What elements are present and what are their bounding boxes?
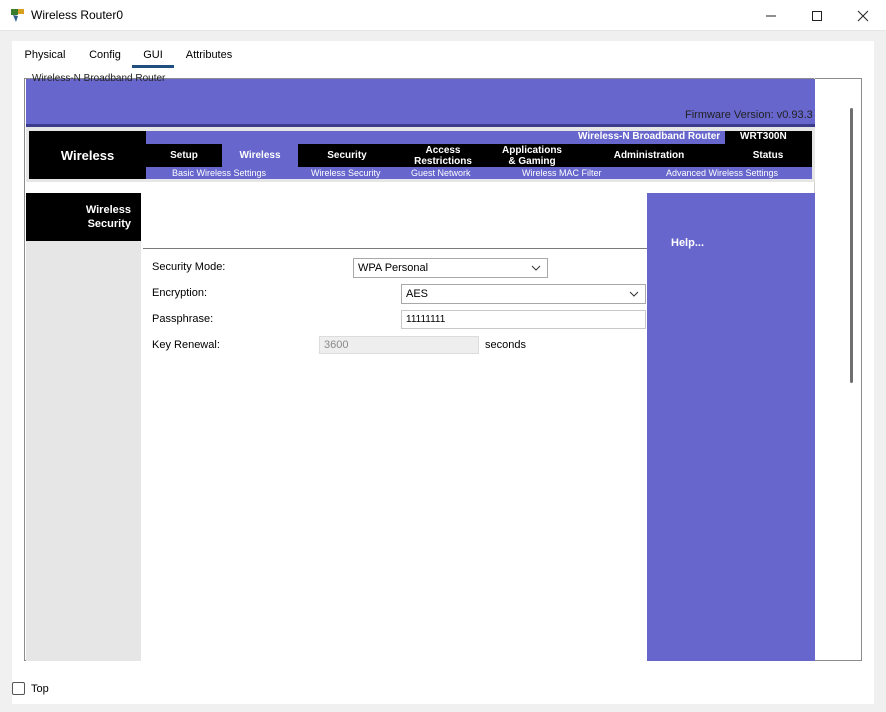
key-renewal-unit: seconds	[485, 339, 526, 351]
nav-administration[interactable]: Administration	[574, 144, 724, 167]
section-title-line1: Wireless	[85, 204, 131, 216]
maximize-icon	[812, 10, 822, 21]
section-title: Wireless Security	[26, 193, 141, 241]
minimize-icon	[766, 15, 776, 16]
maximize-button[interactable]	[794, 0, 840, 31]
router-device-icon	[10, 7, 26, 23]
security-mode-label: Security Mode:	[152, 261, 226, 273]
nav-security[interactable]: Security	[298, 144, 396, 167]
title-bar: Wireless Router0	[0, 0, 886, 31]
tab-physical[interactable]: Physical	[12, 43, 78, 67]
chevron-down-icon	[531, 265, 541, 271]
passphrase-label: Passphrase:	[152, 313, 214, 325]
nav-access-line1: Access	[425, 144, 461, 156]
section-title-line2: Security	[87, 218, 131, 230]
close-button[interactable]	[840, 0, 886, 31]
nav-apps-line1: Applications	[501, 144, 562, 156]
nav-apps-text: Applications & Gaming	[502, 145, 562, 167]
header-cut-text: Wireless-N Broadband Router	[32, 73, 166, 84]
divider	[143, 248, 647, 249]
nav-wireless[interactable]: Wireless	[222, 144, 298, 167]
product-name: Wireless-N Broadband Router	[578, 131, 721, 142]
close-icon	[857, 10, 869, 21]
tab-config[interactable]: Config	[78, 43, 132, 67]
tab-attributes[interactable]: Attributes	[174, 43, 244, 67]
passphrase-input[interactable]: 11111111	[401, 310, 646, 329]
subnav-wireless-security[interactable]: Wireless Security	[311, 167, 381, 179]
window-title: Wireless Router0	[31, 8, 124, 22]
encryption-value: AES	[406, 288, 429, 300]
nav-status[interactable]: Status	[724, 144, 812, 167]
chevron-down-icon	[629, 291, 639, 297]
model-label: WRT300N	[740, 131, 787, 142]
firmware-version: Firmware Version: v0.93.3	[685, 109, 813, 121]
nav-applications-gaming[interactable]: Applications & Gaming	[490, 144, 574, 167]
nav-access-restrictions[interactable]: Access Restrictions	[396, 144, 490, 167]
subnav-mac-filter[interactable]: Wireless MAC Filter	[522, 167, 602, 179]
help-link[interactable]: Help...	[671, 237, 704, 249]
top-label: Top	[31, 683, 49, 695]
key-renewal-label: Key Renewal:	[152, 339, 220, 351]
subnav-advanced[interactable]: Advanced Wireless Settings	[666, 167, 778, 179]
subnav-guest-network[interactable]: Guest Network	[411, 167, 471, 179]
tab-gui[interactable]: GUI	[132, 43, 174, 68]
section-brand: Wireless	[60, 147, 115, 163]
encryption-select[interactable]: AES	[401, 284, 646, 304]
security-mode-value: WPA Personal	[358, 262, 429, 274]
left-column	[26, 193, 141, 661]
nav-setup[interactable]: Setup	[146, 144, 222, 167]
minimize-button[interactable]	[748, 0, 794, 31]
top-checkbox[interactable]	[12, 682, 25, 695]
security-mode-select[interactable]: WPA Personal	[353, 258, 548, 278]
nav-access-line2: Restrictions	[414, 155, 472, 167]
encryption-label: Encryption:	[152, 287, 208, 299]
nav-apps-line2: & Gaming	[508, 155, 556, 167]
help-column	[647, 193, 815, 661]
vertical-scrollbar[interactable]	[850, 108, 853, 383]
key-renewal-input[interactable]: 3600	[319, 336, 479, 354]
subnav-basic-wireless[interactable]: Basic Wireless Settings	[172, 167, 266, 179]
nav-access-text: Access Restrictions	[414, 145, 472, 167]
